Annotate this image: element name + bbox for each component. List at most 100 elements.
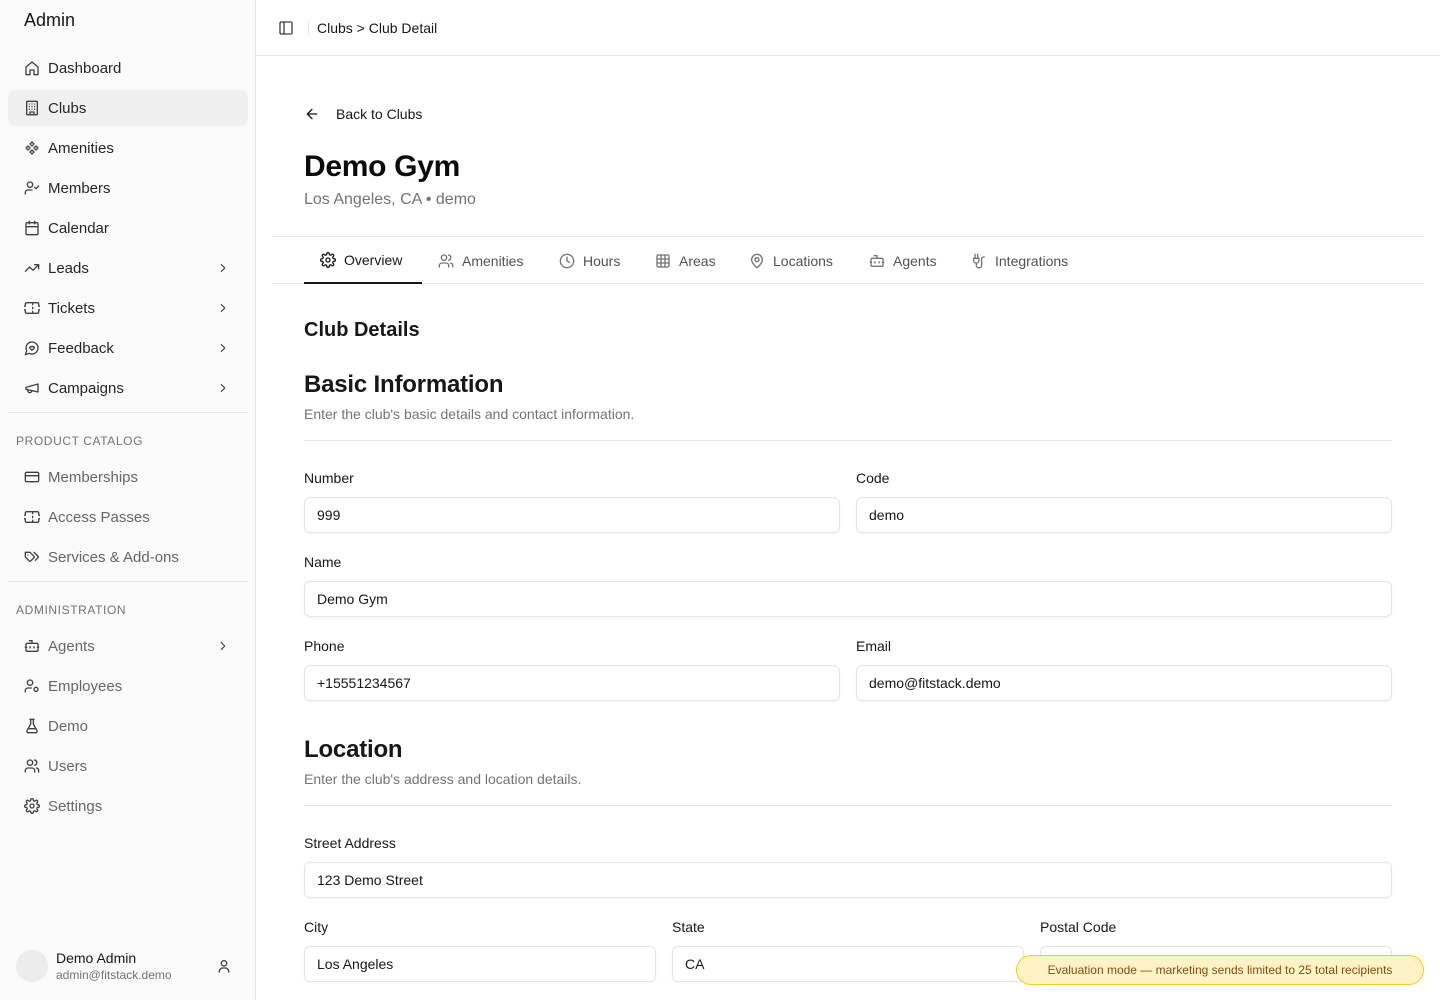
building-icon	[24, 100, 40, 116]
tags-icon	[24, 549, 40, 565]
sidebar-item-label: Members	[48, 179, 111, 197]
bot-icon	[869, 253, 885, 269]
sidebar: Admin Dashboard Clubs Amenities Members …	[0, 0, 256, 1000]
sidebar-divider	[8, 412, 248, 413]
avatar	[16, 950, 48, 982]
sidebar-item-leads[interactable]: Leads	[8, 250, 248, 286]
ticket-icon	[24, 509, 40, 525]
section-divider	[304, 440, 1392, 441]
sidebar-divider	[8, 581, 248, 582]
topbar: Clubs > Club Detail	[256, 0, 1440, 56]
tab-label: Hours	[583, 252, 621, 269]
sidebar-item-feedback[interactable]: Feedback	[8, 330, 248, 366]
credit-card-icon	[24, 469, 40, 485]
back-label: Back to Clubs	[336, 106, 423, 122]
section-divider	[304, 805, 1392, 806]
breadcrumb: Clubs > Club Detail	[317, 19, 438, 36]
street-address-field[interactable]	[304, 862, 1392, 898]
sidebar-item-demo[interactable]: Demo	[8, 708, 248, 744]
trending-up-icon	[24, 260, 40, 276]
club-details-heading: Club Details	[304, 319, 420, 341]
sidebar-item-employees[interactable]: Employees	[8, 668, 248, 704]
gear-icon	[320, 251, 336, 268]
city-field[interactable]	[304, 946, 656, 982]
user-check-icon	[24, 180, 40, 196]
bot-icon	[24, 638, 40, 654]
sidebar-item-memberships[interactable]: Memberships	[8, 459, 248, 495]
sidebar-item-label: Tickets	[48, 299, 95, 317]
street-address-label: Street Address	[304, 835, 396, 851]
postal-code-label: Postal Code	[1040, 919, 1117, 935]
tab-label: Areas	[679, 252, 716, 269]
name-label: Name	[304, 554, 342, 570]
sidebar-item-tickets[interactable]: Tickets	[8, 290, 248, 326]
tab-overview[interactable]: Overview	[304, 237, 422, 284]
state-label: State	[672, 919, 705, 935]
tab-integrations[interactable]: Integrations	[955, 237, 1084, 284]
sidebar-item-services-addons[interactable]: Services & Add-ons	[8, 539, 248, 575]
sidebar-item-settings[interactable]: Settings	[8, 788, 248, 824]
page-title: Demo Gym	[304, 150, 460, 183]
code-label: Code	[856, 470, 890, 486]
sidebar-toggle-icon[interactable]	[278, 20, 294, 36]
main-content: Back to Clubs Demo Gym Los Angeles, CA •…	[256, 56, 1440, 1000]
sidebar-item-label: Demo	[48, 717, 89, 735]
sidebar-item-access-passes[interactable]: Access Passes	[8, 499, 248, 535]
sidebar-item-campaigns[interactable]: Campaigns	[8, 370, 248, 406]
sidebar-item-label: Leads	[48, 259, 89, 277]
code-field[interactable]	[856, 497, 1392, 533]
calendar-icon	[24, 220, 40, 236]
location-description: Enter the club's address and location de…	[304, 771, 582, 787]
flask-icon	[24, 718, 40, 734]
map-pin-icon	[749, 253, 765, 269]
tab-locations[interactable]: Locations	[733, 237, 849, 284]
tab-agents[interactable]: Agents	[853, 237, 953, 284]
state-field[interactable]	[672, 946, 1024, 982]
phone-field[interactable]	[304, 665, 840, 701]
tab-bar: Overview Amenities Hours Areas Locations…	[272, 236, 1424, 284]
tab-label: Amenities	[462, 252, 524, 269]
number-field[interactable]	[304, 497, 840, 533]
user-icon[interactable]	[216, 958, 232, 974]
basic-info-description: Enter the club's basic details and conta…	[304, 406, 635, 422]
tab-label: Locations	[773, 252, 833, 269]
gear-icon	[24, 798, 40, 814]
sidebar-item-label: Campaigns	[48, 379, 124, 397]
chevron-right-icon	[216, 341, 230, 355]
grid-icon	[655, 253, 671, 269]
sidebar-item-label: Access Passes	[48, 508, 150, 526]
tab-label: Integrations	[995, 252, 1069, 269]
sidebar-item-members[interactable]: Members	[8, 170, 248, 206]
sidebar-item-clubs[interactable]: Clubs	[8, 90, 248, 126]
chevron-right-icon	[216, 301, 230, 315]
email-label: Email	[856, 638, 892, 654]
tab-hours[interactable]: Hours	[543, 237, 636, 284]
user-profile[interactable]: Demo Admin admin@fitstack.demo	[16, 948, 240, 984]
tab-areas[interactable]: Areas	[639, 237, 732, 284]
message-heart-icon	[24, 340, 40, 356]
location-heading: Location	[304, 736, 403, 763]
plug-icon	[971, 253, 987, 269]
sidebar-item-label: Dashboard	[48, 59, 122, 77]
amenities-icon	[24, 140, 40, 156]
back-to-clubs-button[interactable]: Back to Clubs	[288, 98, 438, 130]
chevron-right-icon	[216, 381, 230, 395]
ticket-icon	[24, 300, 40, 316]
name-field[interactable]	[304, 581, 1392, 617]
city-label: City	[304, 919, 329, 935]
sidebar-item-calendar[interactable]: Calendar	[8, 210, 248, 246]
sidebar-item-label: Agents	[48, 637, 95, 655]
chevron-right-icon	[216, 261, 230, 275]
phone-label: Phone	[304, 638, 345, 654]
clock-icon	[559, 253, 575, 269]
tab-label: Overview	[344, 251, 403, 268]
sidebar-item-amenities[interactable]: Amenities	[8, 130, 248, 166]
sidebar-item-dashboard[interactable]: Dashboard	[8, 50, 248, 86]
number-label: Number	[304, 470, 354, 486]
sidebar-item-users[interactable]: Users	[8, 748, 248, 784]
email-field[interactable]	[856, 665, 1392, 701]
sidebar-item-agents[interactable]: Agents	[8, 628, 248, 664]
sidebar-item-label: Calendar	[48, 219, 109, 237]
sidebar-item-label: Settings	[48, 797, 103, 815]
tab-amenities[interactable]: Amenities	[422, 237, 539, 284]
